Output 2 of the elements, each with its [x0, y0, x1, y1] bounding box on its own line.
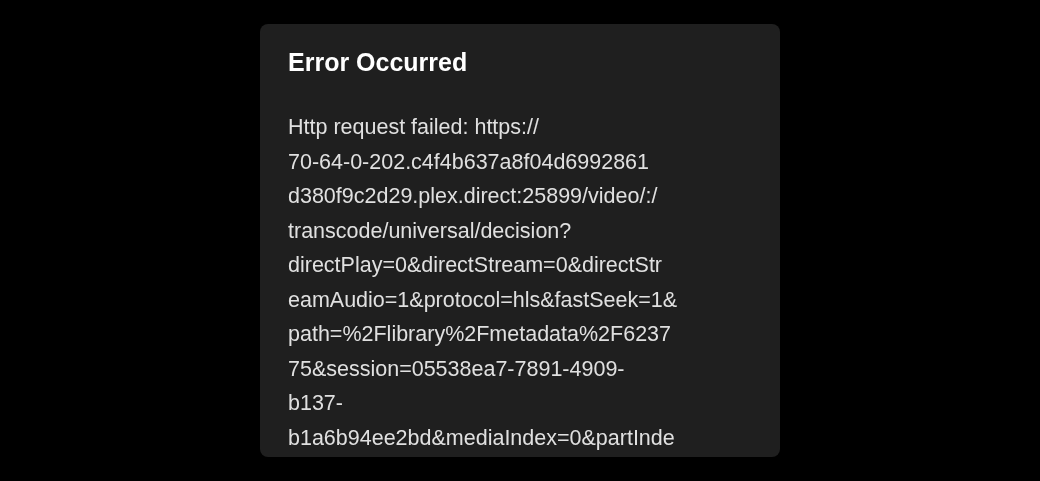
dialog-title: Error Occurred [288, 47, 469, 78]
error-message: Http request failed: https:// 70-64-0-202.c4f4b637a8f04d6992861 d380f9c2d29.plex.direct:25899/video/:/ transcode/universal/decision? directPlay=0&directStream=0&directStr eamAudio=1&protocol=hls&fastSeek=1& path=%2Flibrary%2Fmetadata%2F6237 75&session=05538ea7-7891-4909- b137- b1a6b94ee2bd&mediaIndex=0&partInde [288, 114, 679, 452]
